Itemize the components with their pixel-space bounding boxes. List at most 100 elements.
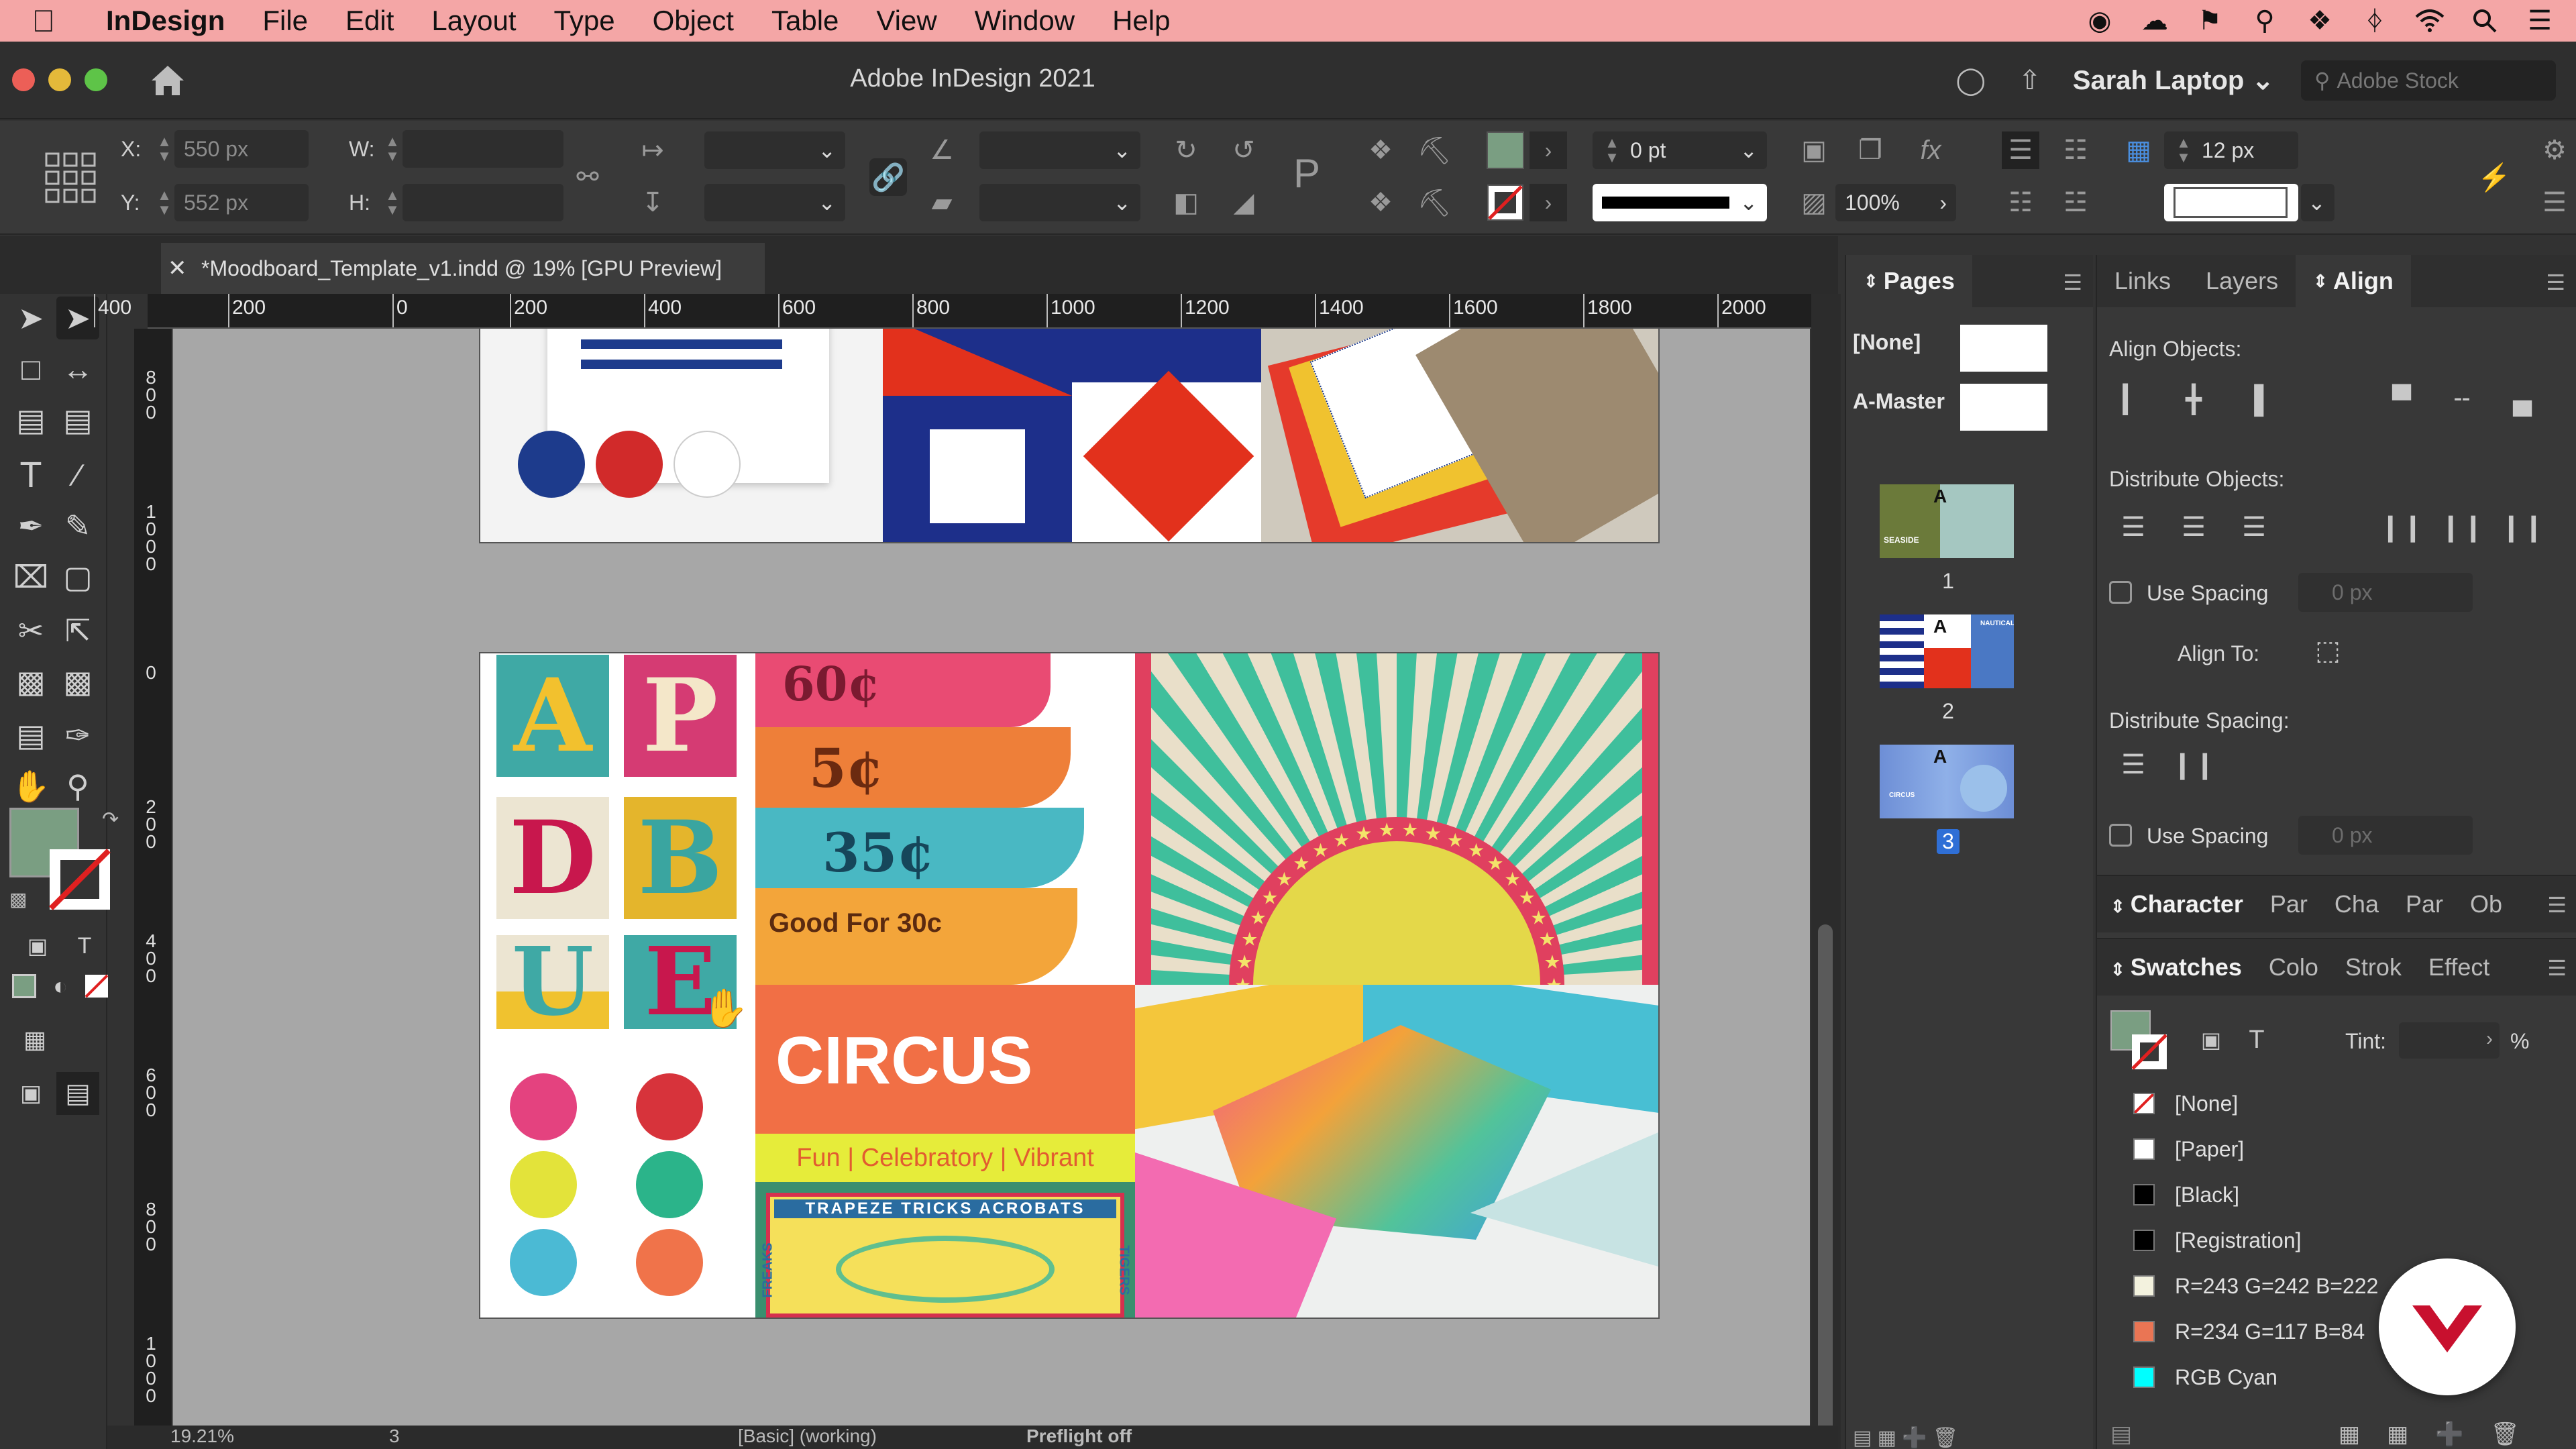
tint-input[interactable]: ›: [2399, 1022, 2500, 1059]
stroke-type-dropdown[interactable]: ⌄: [1593, 184, 1767, 221]
shear-dropdown[interactable]: ⌄: [979, 184, 1140, 221]
link-icon[interactable]: 🔗: [869, 158, 907, 196]
pen-tool-icon[interactable]: ✒: [9, 504, 52, 547]
letter-tile-b[interactable]: B: [624, 797, 737, 919]
apple-icon[interactable]: : [0, 3, 87, 39]
menu-view[interactable]: View: [857, 5, 955, 37]
stroke-weight-field[interactable]: ▲ ▼ 0 pt ⌄: [1593, 131, 1767, 169]
palette-dot-2[interactable]: [636, 1073, 703, 1140]
flip-horizontal-icon[interactable]: ◧: [1167, 184, 1205, 221]
page-number-1[interactable]: 1: [1937, 569, 1960, 594]
page-number-2[interactable]: 2: [1937, 699, 1960, 724]
formatting-text-icon[interactable]: T: [63, 924, 106, 967]
spacing-input-2[interactable]: 0 px: [2298, 816, 2473, 855]
type-tool-icon[interactable]: T: [9, 453, 52, 496]
distribute-top-icon[interactable]: ☰: [2113, 507, 2153, 547]
folded-geometric-photo[interactable]: [1135, 985, 1658, 1318]
gap-tool-icon[interactable]: ▦: [2120, 131, 2157, 169]
rectangle-tool-icon[interactable]: ▢: [56, 555, 99, 598]
wrap-jump-icon[interactable]: ☳: [2057, 184, 2094, 221]
select-content-icon[interactable]: ⛏: [1415, 131, 1453, 169]
tab-color[interactable]: Colo: [2255, 953, 2332, 981]
tab-links[interactable]: Links: [2097, 255, 2188, 307]
screen-mode-icon[interactable]: ▦: [13, 1018, 56, 1061]
swatches-footer-actions[interactable]: ▦▦➕🗑: [2339, 1421, 2546, 1448]
select-container-icon[interactable]: ❖: [1362, 131, 1399, 169]
menu-help[interactable]: Help: [1093, 5, 1189, 37]
free-transform-tool-icon[interactable]: ⇱: [56, 609, 99, 652]
rotate-ccw-icon[interactable]: ↺: [1225, 131, 1263, 169]
master-none-label[interactable]: [None]: [1853, 330, 1921, 355]
quick-actions-icon[interactable]: ⚡: [2475, 158, 2513, 196]
distribute-bottom-icon[interactable]: ☰: [2234, 507, 2274, 547]
letter-tile-u[interactable]: U: [496, 935, 609, 1029]
rectangle-frame-tool-icon[interactable]: ⌧: [9, 555, 52, 598]
master-a-label[interactable]: A-Master: [1853, 389, 1945, 414]
scale-x-dropdown[interactable]: ⌄: [704, 131, 845, 169]
fill-arrow-icon[interactable]: ›: [1529, 131, 1567, 169]
stroke-arrow-icon[interactable]: ›: [1529, 184, 1567, 221]
y-input[interactable]: 552 px: [174, 184, 309, 221]
wrap-around-icon[interactable]: ☷: [2002, 184, 2039, 221]
preflight-profile[interactable]: [Basic] (working): [738, 1426, 877, 1447]
tab-character[interactable]: ⇕ Character: [2097, 890, 2257, 918]
palette-dot-5[interactable]: [510, 1229, 577, 1296]
frame-style-dropdown[interactable]: ⌄: [2301, 184, 2334, 221]
spotlight-search-icon[interactable]: [2469, 5, 2501, 37]
menu-type[interactable]: Type: [535, 5, 634, 37]
line-tool-icon[interactable]: ∕: [56, 453, 99, 496]
direct-selection-tool-icon[interactable]: ➤: [56, 297, 99, 339]
h-stepper[interactable]: ▲ ▼: [382, 188, 402, 217]
pasteboard[interactable]: A P D B U E ✋ 60¢ 5¢ 35¢ Good For 30c CI…: [173, 329, 1810, 1436]
tab-layers[interactable]: Layers: [2188, 255, 2296, 307]
creative-cloud-icon[interactable]: ☁: [2139, 5, 2171, 37]
menu-layout[interactable]: Layout: [413, 5, 535, 37]
spread-circus[interactable]: A P D B U E ✋ 60¢ 5¢ 35¢ Good For 30c CI…: [480, 653, 1658, 1318]
record-icon[interactable]: ◉: [2084, 5, 2116, 37]
nautical-block-2[interactable]: [1072, 329, 1261, 542]
page-number-3[interactable]: 3: [1937, 829, 1960, 854]
letter-tile-d[interactable]: D: [496, 797, 609, 919]
vertical-ruler[interactable]: 800 1000 0 200 400 600 800 1000: [134, 329, 173, 1449]
page-number-field[interactable]: 3: [389, 1426, 400, 1447]
frame-fitting-icon[interactable]: ▣: [1795, 131, 1833, 169]
opacity-field[interactable]: 100% ›: [1835, 184, 1956, 221]
reference-point-icon[interactable]: [40, 148, 101, 208]
x-stepper[interactable]: ▲ ▼: [154, 134, 174, 164]
sunburst-illustration[interactable]: ★★★★★★★★★★★★★★★★★★★★★★: [1135, 653, 1658, 985]
pencil-tool-icon[interactable]: ✎: [56, 504, 99, 547]
distribute-right-icon[interactable]: ❙❙: [2500, 507, 2544, 547]
scissors-tool-icon[interactable]: ✂: [9, 609, 52, 652]
align-vertical-centers-icon[interactable]: ╌: [2442, 380, 2482, 420]
tab-object-styles[interactable]: Ob: [2457, 890, 2516, 918]
use-spacing-checkbox-1[interactable]: [2109, 581, 2132, 604]
flip-vertical-icon[interactable]: ◢: [1225, 184, 1263, 221]
shear-angle-icon[interactable]: ▰: [923, 184, 961, 221]
menu-edit[interactable]: Edit: [327, 5, 413, 37]
align-columns-icon[interactable]: ☷: [2057, 131, 2094, 169]
align-top-edges-icon[interactable]: ▀: [2381, 380, 2422, 420]
vertical-scrollbar[interactable]: [1811, 294, 1841, 1449]
apply-none-icon[interactable]: [75, 965, 118, 1008]
swatch-row[interactable]: [Black]: [2133, 1173, 2563, 1217]
palette-dot-6[interactable]: [636, 1229, 703, 1296]
content-placer-icon[interactable]: ▤: [56, 398, 99, 441]
master-none-thumb[interactable]: [1960, 325, 2047, 372]
preflight-status[interactable]: Preflight off: [1026, 1426, 1132, 1447]
eyedropper-tool-icon[interactable]: ✑: [56, 714, 99, 757]
tab-pages[interactable]: ⇕ Pages: [1846, 255, 1972, 307]
align-left-text-icon[interactable]: ☰: [2002, 131, 2039, 169]
swatch-fill-stroke-proxy[interactable]: [2110, 1010, 2171, 1071]
gradient-swatch-tool-icon[interactable]: ▩: [9, 660, 52, 703]
tab-align[interactable]: ⇕ Align: [2296, 255, 2411, 307]
horizontal-ruler[interactable]: 400 200 0 200 400 600 800 1000 1200 1400 1600 1800 2…: [93, 294, 1811, 329]
master-a-thumb[interactable]: [1960, 384, 2047, 431]
page-tool-icon[interactable]: □: [9, 347, 52, 390]
tab-swatches[interactable]: ⇕ Swatches: [2097, 953, 2255, 981]
page-thumb-1[interactable]: SEASIDE A: [1880, 484, 2014, 558]
bluetooth-icon[interactable]: ᛄ: [2359, 5, 2391, 37]
align-horizontal-centers-icon[interactable]: ╋: [2174, 380, 2214, 420]
swatch-text-icon[interactable]: T: [2237, 1020, 2277, 1060]
lightbulb-icon[interactable]: ◯: [1955, 64, 1987, 97]
close-tab-icon[interactable]: ✕: [168, 255, 187, 282]
